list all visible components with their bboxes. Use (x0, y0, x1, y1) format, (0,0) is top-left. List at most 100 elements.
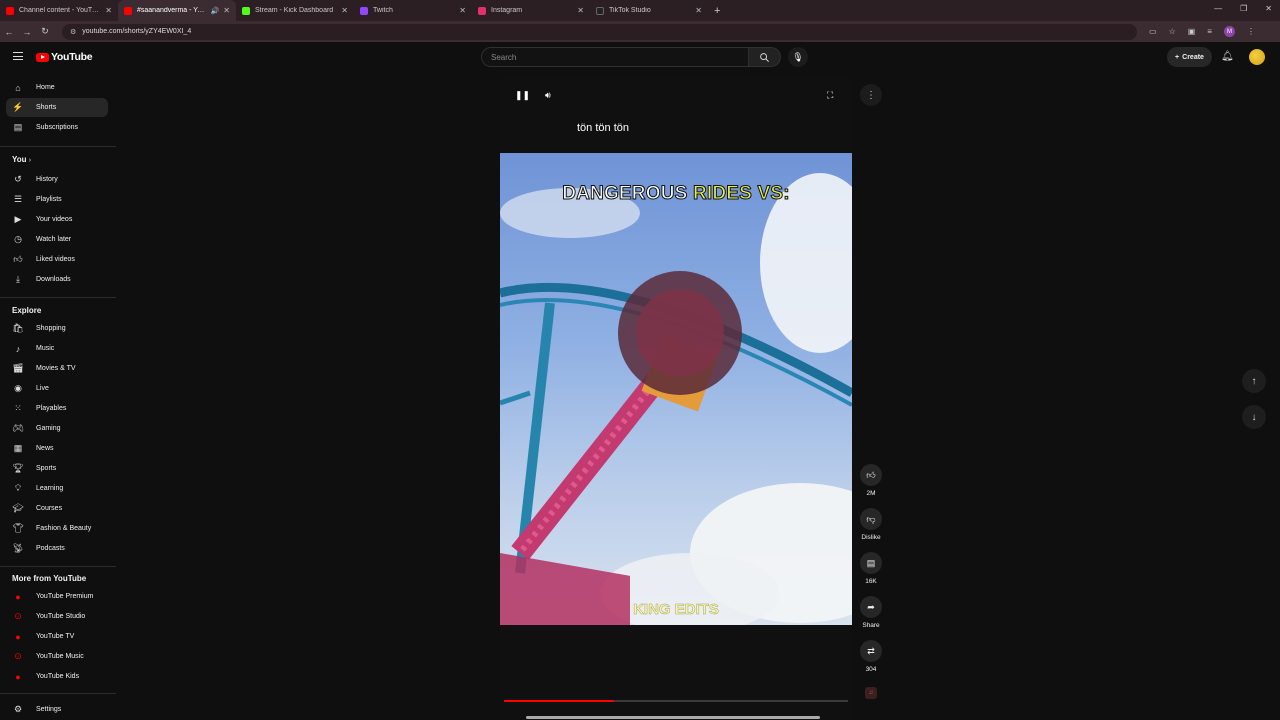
close-tab-icon[interactable]: ✕ (341, 6, 348, 15)
headline-part: DANGEROUS (562, 183, 693, 205)
guide-menu-icon[interactable] (13, 52, 23, 60)
more-options-button[interactable]: ⋮ (860, 84, 882, 106)
sidebar-item-subscriptions[interactable]: ▤ Subscriptions (6, 118, 108, 137)
share-button[interactable]: ➦ Share (859, 596, 883, 629)
playback-progress-bar[interactable] (504, 700, 848, 702)
sidebar-item-fashion-beauty[interactable]: 👕︎ Fashion & Beauty (6, 519, 108, 538)
sidebar-item-gaming[interactable]: 🎮︎ Gaming (6, 419, 108, 438)
horizontal-scrollbar[interactable] (526, 716, 820, 719)
close-tab-icon[interactable]: ✕ (105, 6, 112, 15)
account-avatar[interactable] (1249, 49, 1265, 65)
watch-later-icon: ◷ (14, 234, 22, 244)
browser-toolbar-icons: ▭ ☆ ▣ ≡ M ⋮ (1149, 26, 1255, 37)
sidebar-item-music[interactable]: ♪ Music (6, 339, 108, 358)
browser-menu-icon[interactable]: ⋮ (1247, 27, 1255, 36)
window-close-icon[interactable]: ✕ (1265, 4, 1272, 13)
pause-icon[interactable]: ❚❚ (515, 90, 530, 101)
sidebar-item-downloads[interactable]: ⤓ Downloads (6, 270, 108, 289)
sidebar-item-live[interactable]: ◉ Live (6, 379, 108, 398)
podcasts-icon: 📡︎ (12, 543, 24, 553)
sidebar-item-your-videos[interactable]: ▶ Your videos (6, 210, 108, 229)
sidebar-item-sports[interactable]: 🏆︎ Sports (6, 459, 108, 478)
sidebar-item-playables[interactable]: ⁙ Playables (6, 399, 108, 418)
remix-button[interactable]: ⇄ 304 (859, 640, 883, 673)
restore-icon[interactable]: ❐ (1240, 4, 1247, 13)
playables-icon: ⁙ (14, 403, 22, 413)
sidebar-item-label: Home (36, 84, 55, 91)
voice-search-button[interactable]: 🎙 (788, 47, 808, 67)
browser-profile-avatar[interactable]: M (1223, 26, 1235, 37)
search-input[interactable]: Search (481, 47, 749, 67)
sidebar-item-courses[interactable]: 🎓︎ Courses (6, 499, 108, 518)
sidebar-item-label: YouTube Kids (36, 673, 80, 680)
comment-icon: ▤ (860, 552, 882, 574)
sidebar-item-history[interactable]: ↺ History (6, 170, 108, 189)
subscriptions-icon: ▤ (13, 122, 23, 132)
minimize-icon[interactable]: — (1214, 4, 1222, 13)
menu-list-icon[interactable]: ≡ (1207, 27, 1212, 36)
video-frame[interactable]: DANGEROUS RIDES VS: KING EDITS (500, 153, 852, 625)
sidebar-item-podcasts[interactable]: 📡︎ Podcasts (6, 539, 108, 558)
sidebar-item-shorts[interactable]: ⚡ Shorts (6, 98, 108, 117)
sidebar-item-news[interactable]: ▦ News (6, 439, 108, 458)
notifications-bell-icon[interactable]: 🔔︎ (1221, 51, 1234, 62)
site-info-icon[interactable]: ⚙ (70, 28, 76, 36)
shorts-player[interactable]: ❚❚ 🔊︎ ⛶ tön tön tön DANGEROUS RIDES VS: … (500, 77, 852, 720)
next-short-button[interactable]: ↓ (1242, 405, 1266, 429)
browser-tab[interactable]: Twitch ✕ (354, 0, 472, 21)
share-label: Share (862, 622, 880, 629)
window-controls: — ❐ ✕ (1214, 4, 1272, 13)
browser-tab[interactable]: TikTok Studio ✕ (590, 0, 708, 21)
sidebar-item-youtube-music[interactable]: ⊙ YouTube Music (6, 647, 108, 666)
search-button[interactable] (749, 47, 781, 67)
sound-thumbnail-icon[interactable]: ♫ (865, 687, 877, 699)
forward-icon[interactable]: → (18, 27, 36, 37)
sidebar-item-youtube-studio[interactable]: ⊙ YouTube Studio (6, 607, 108, 626)
new-tab-icon[interactable]: + (714, 5, 720, 17)
sidebar-item-liked-videos[interactable]: 👍︎ Liked videos (6, 250, 108, 269)
dislike-button[interactable]: 👎︎ Dislike (859, 508, 883, 541)
close-tab-icon[interactable]: ✕ (223, 6, 230, 15)
browser-tab[interactable]: Channel content - YouTube Studio✕ (0, 0, 118, 21)
youtube-play-logo-icon (36, 52, 49, 62)
extensions-icon[interactable]: ▣ (1188, 27, 1196, 36)
volume-icon[interactable]: 🔊︎ (545, 90, 551, 101)
sidebar-item-shopping[interactable]: 🛍︎ Shopping (6, 319, 108, 338)
youtube-logo[interactable]: YouTube (36, 51, 93, 63)
dislike-label: Dislike (861, 534, 881, 541)
sidebar-item-home[interactable]: ⌂ Home (6, 78, 108, 97)
comments-button[interactable]: ▤ 16K (859, 552, 883, 585)
sidebar-item-watch-later[interactable]: ◷ Watch later (6, 230, 108, 249)
like-button[interactable]: 👍︎ 2M (859, 464, 883, 497)
sidebar-item-youtube-kids[interactable]: ● YouTube Kids (6, 667, 108, 686)
sidebar-item-playlists[interactable]: ☰ Playlists (6, 190, 108, 209)
sidebar-item-label: Fashion & Beauty (36, 525, 92, 532)
back-icon[interactable]: ← (0, 27, 18, 37)
close-tab-icon[interactable]: ✕ (459, 6, 466, 15)
history-icon: ↺ (14, 174, 22, 184)
audio-playing-icon[interactable]: 🔊 (211, 7, 220, 15)
browser-tab[interactable]: Instagram ✕ (472, 0, 590, 21)
close-tab-icon[interactable]: ✕ (577, 6, 584, 15)
twitch-favicon-icon (360, 6, 368, 15)
address-bar[interactable]: ⚙ youtube.com/shorts/yZY4EW0XI_4 (62, 23, 1137, 40)
create-button[interactable]: + Create (1167, 47, 1212, 67)
browser-tab[interactable]: Stream - Kick Dashboard ✕ (236, 0, 354, 21)
shopping-icon: 🛍︎ (12, 323, 24, 333)
reload-icon[interactable]: ↻ (36, 26, 54, 37)
sidebar-item-youtube-premium[interactable]: ● YouTube Premium (6, 587, 108, 606)
sidebar-item-learning[interactable]: 💡︎ Learning (6, 479, 108, 498)
sidebar-item-settings[interactable]: ⚙ Settings (6, 700, 108, 719)
bookmark-star-icon[interactable]: ☆ (1169, 27, 1176, 36)
sidebar-item-movies-tv[interactable]: 🎬︎ Movies & TV (6, 359, 108, 378)
close-tab-icon[interactable]: ✕ (695, 6, 702, 15)
logo-text: YouTube (51, 51, 93, 63)
browser-tab-active[interactable]: #saanandverma - YouTube🔊✕ (118, 0, 236, 21)
fullscreen-icon[interactable]: ⛶ (827, 90, 833, 101)
previous-short-button[interactable]: ↑ (1242, 369, 1266, 393)
sidebar-item-youtube-tv[interactable]: ● YouTube TV (6, 627, 108, 646)
browser-address-row: ← → ↻ ⚙ youtube.com/shorts/yZY4EW0XI_4 ▭… (0, 21, 1280, 42)
cast-icon[interactable]: ▭ (1149, 27, 1157, 36)
divider (0, 566, 116, 567)
you-section-heading[interactable]: You › (12, 155, 31, 164)
